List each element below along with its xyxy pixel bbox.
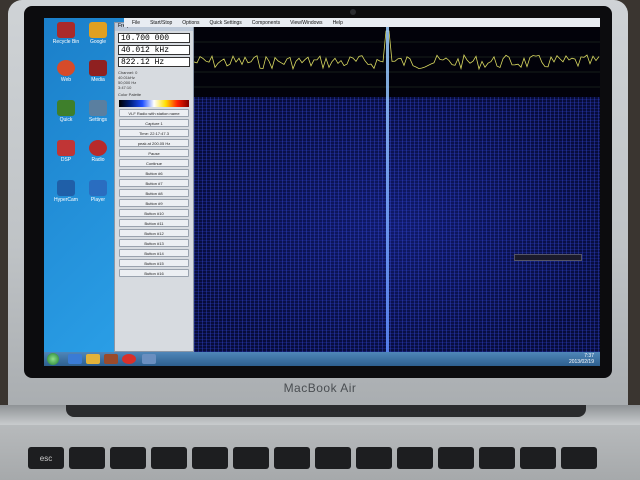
key[interactable] bbox=[356, 447, 392, 469]
panel-button[interactable]: Button #15 bbox=[119, 259, 189, 267]
menu-options[interactable]: Options bbox=[182, 20, 199, 26]
panel-button[interactable]: Button #10 bbox=[119, 209, 189, 217]
chrome-icon[interactable] bbox=[122, 354, 136, 364]
color-palette-bar[interactable] bbox=[119, 100, 189, 107]
button-list: VLF Radio with station name Capture 1 Ti… bbox=[115, 109, 193, 277]
panel-button[interactable]: peak at 200.05 Hz bbox=[119, 139, 189, 147]
menu-quick-settings[interactable]: Quick Settings bbox=[210, 20, 242, 26]
key[interactable] bbox=[520, 447, 556, 469]
panel-button[interactable]: Button #14 bbox=[119, 249, 189, 257]
panel-button[interactable]: Button #13 bbox=[119, 239, 189, 247]
desktop-icon-media[interactable]: Media bbox=[80, 60, 116, 83]
desktop-icon-dsp[interactable]: DSP bbox=[48, 140, 84, 163]
panel-button[interactable]: Button #7 bbox=[119, 179, 189, 187]
key[interactable] bbox=[151, 447, 187, 469]
panel-button[interactable]: Button #8 bbox=[119, 189, 189, 197]
menu-start-stop[interactable]: Start/Stop bbox=[150, 20, 172, 26]
control-panel: Freq Demo Mrkr 10.700 000 40.012 kHz 822… bbox=[114, 22, 194, 352]
folder-icon[interactable] bbox=[86, 354, 100, 364]
panel-button[interactable]: Pause bbox=[119, 149, 189, 157]
floating-toolbar[interactable] bbox=[514, 254, 582, 261]
key[interactable] bbox=[397, 447, 433, 469]
desktop-icon-hypercam[interactable]: HyperCam bbox=[48, 180, 84, 203]
clock-date: 2013/02/19 bbox=[568, 359, 594, 365]
menu-bar: File Start/Stop Options Quick Settings C… bbox=[124, 18, 600, 27]
info-line: 3:47:10 bbox=[118, 85, 132, 90]
panel-button[interactable]: Button #9 bbox=[119, 199, 189, 207]
info-block: Channel: 0 40.01kHz 50,000 Hz 3:47:10 bbox=[115, 69, 193, 91]
panel-button[interactable]: VLF Radio with station name bbox=[119, 109, 189, 117]
menu-file[interactable]: File bbox=[132, 20, 140, 26]
panel-button[interactable]: Button #11 bbox=[119, 219, 189, 227]
panel-button[interactable]: Button #12 bbox=[119, 229, 189, 237]
key[interactable] bbox=[274, 447, 310, 469]
hinge-notch bbox=[66, 405, 586, 417]
sdr-app-icon[interactable] bbox=[142, 354, 156, 364]
spectrum-plot[interactable] bbox=[193, 27, 600, 97]
menu-view-windows[interactable]: View/Windows bbox=[290, 20, 322, 26]
panel-button[interactable]: Capture 1 bbox=[119, 119, 189, 127]
panel-button[interactable]: Time: 22:17:47.3 bbox=[119, 129, 189, 137]
function-key-row: esc bbox=[28, 447, 597, 469]
taskbar: 7:37 2013/02/19 bbox=[44, 352, 600, 366]
power-key[interactable] bbox=[561, 447, 597, 469]
ie-icon[interactable] bbox=[68, 354, 82, 364]
panel-button[interactable]: Button #16 bbox=[119, 269, 189, 277]
key[interactable] bbox=[479, 447, 515, 469]
key[interactable] bbox=[69, 447, 105, 469]
desktop-screen: Recycle Bin Google Web Media Quick Setti… bbox=[44, 18, 600, 366]
desktop-icon-recycle-bin[interactable]: Recycle Bin bbox=[48, 22, 84, 45]
spectrum-trace bbox=[193, 30, 600, 88]
desktop-icon-web[interactable]: Web bbox=[48, 60, 84, 83]
spectrum-window: File Start/Stop Options Quick Settings C… bbox=[124, 18, 600, 352]
key[interactable] bbox=[192, 447, 228, 469]
desktop-icon-google[interactable]: Google bbox=[80, 22, 116, 45]
key[interactable] bbox=[110, 447, 146, 469]
camera-icon bbox=[350, 9, 356, 15]
media-icon[interactable] bbox=[104, 354, 118, 364]
start-button[interactable] bbox=[47, 353, 59, 365]
menu-components[interactable]: Components bbox=[252, 20, 280, 26]
frequency-display-1[interactable]: 10.700 000 bbox=[118, 33, 190, 43]
waterfall-display[interactable] bbox=[194, 97, 600, 352]
panel-button[interactable]: Button #6 bbox=[119, 169, 189, 177]
carrier-signal-line bbox=[386, 27, 389, 352]
key[interactable]: esc bbox=[28, 447, 64, 469]
desktop-icon-player[interactable]: Player bbox=[80, 180, 116, 203]
system-clock: 7:37 2013/02/19 bbox=[569, 353, 594, 365]
frequency-display-2[interactable]: 40.012 kHz bbox=[118, 45, 190, 55]
desktop-icon-quick[interactable]: Quick bbox=[48, 100, 84, 123]
desktop-icon-settings[interactable]: Settings bbox=[80, 100, 116, 123]
menu-help[interactable]: Help bbox=[333, 20, 343, 26]
palette-label: Color Palette bbox=[118, 92, 142, 97]
keyboard: esc bbox=[0, 425, 640, 480]
key[interactable] bbox=[233, 447, 269, 469]
laptop-brand-label: MacBook Air bbox=[283, 381, 357, 395]
key[interactable] bbox=[438, 447, 474, 469]
key[interactable] bbox=[315, 447, 351, 469]
frequency-display-3[interactable]: 822.12 Hz bbox=[118, 57, 190, 67]
panel-button[interactable]: Continue bbox=[119, 159, 189, 167]
desktop-icon-radio[interactable]: Radio bbox=[80, 140, 116, 163]
